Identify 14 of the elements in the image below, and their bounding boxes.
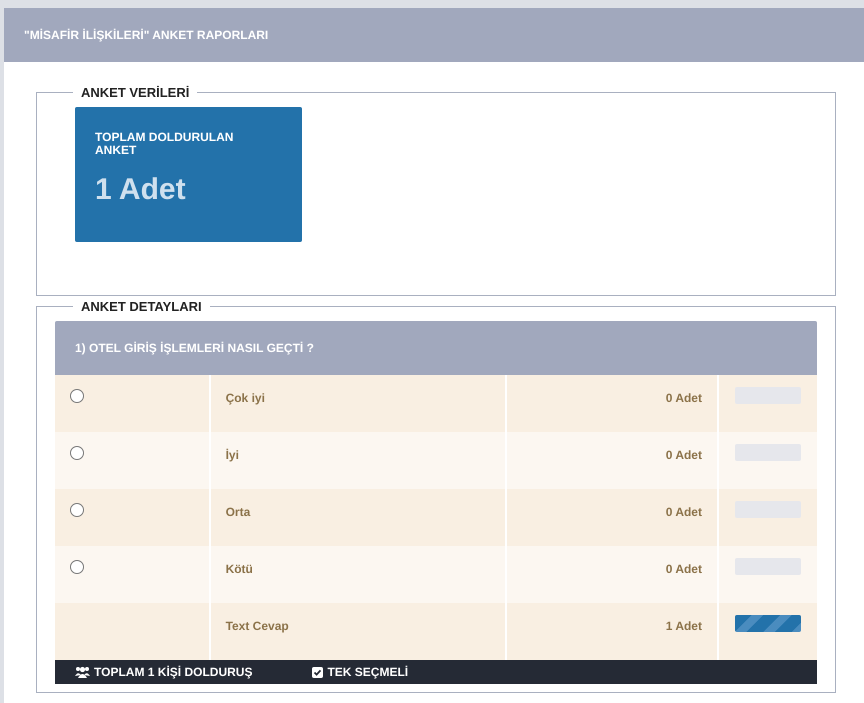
- stat-value: 1 Adet: [95, 175, 187, 206]
- checkbox-icon: [312, 666, 324, 678]
- page-title: "MİSAFİR İLİŞKİLERİ" ANKET RAPORLARI: [24, 27, 268, 44]
- radio-button[interactable]: [70, 389, 84, 403]
- section-legend: ANKET DETAYLARI: [73, 300, 210, 313]
- section-legend: ANKET VERİLERİ: [73, 86, 198, 99]
- radio-button[interactable]: [70, 560, 84, 574]
- question-title: 1) OTEL GİRİŞ İŞLEMLERİ NASIL GEÇTİ ?: [75, 340, 314, 357]
- radio-button[interactable]: [70, 446, 84, 460]
- users-icon: [75, 666, 90, 678]
- respondents-text: TOPLAM 1 KİŞİ DOLDURUŞ: [94, 664, 252, 681]
- radio-button[interactable]: [70, 503, 84, 517]
- stat-label: TOPLAM DOLDURULAN ANKET: [95, 131, 234, 158]
- question-type: TEK SEÇMELİ: [327, 664, 408, 681]
